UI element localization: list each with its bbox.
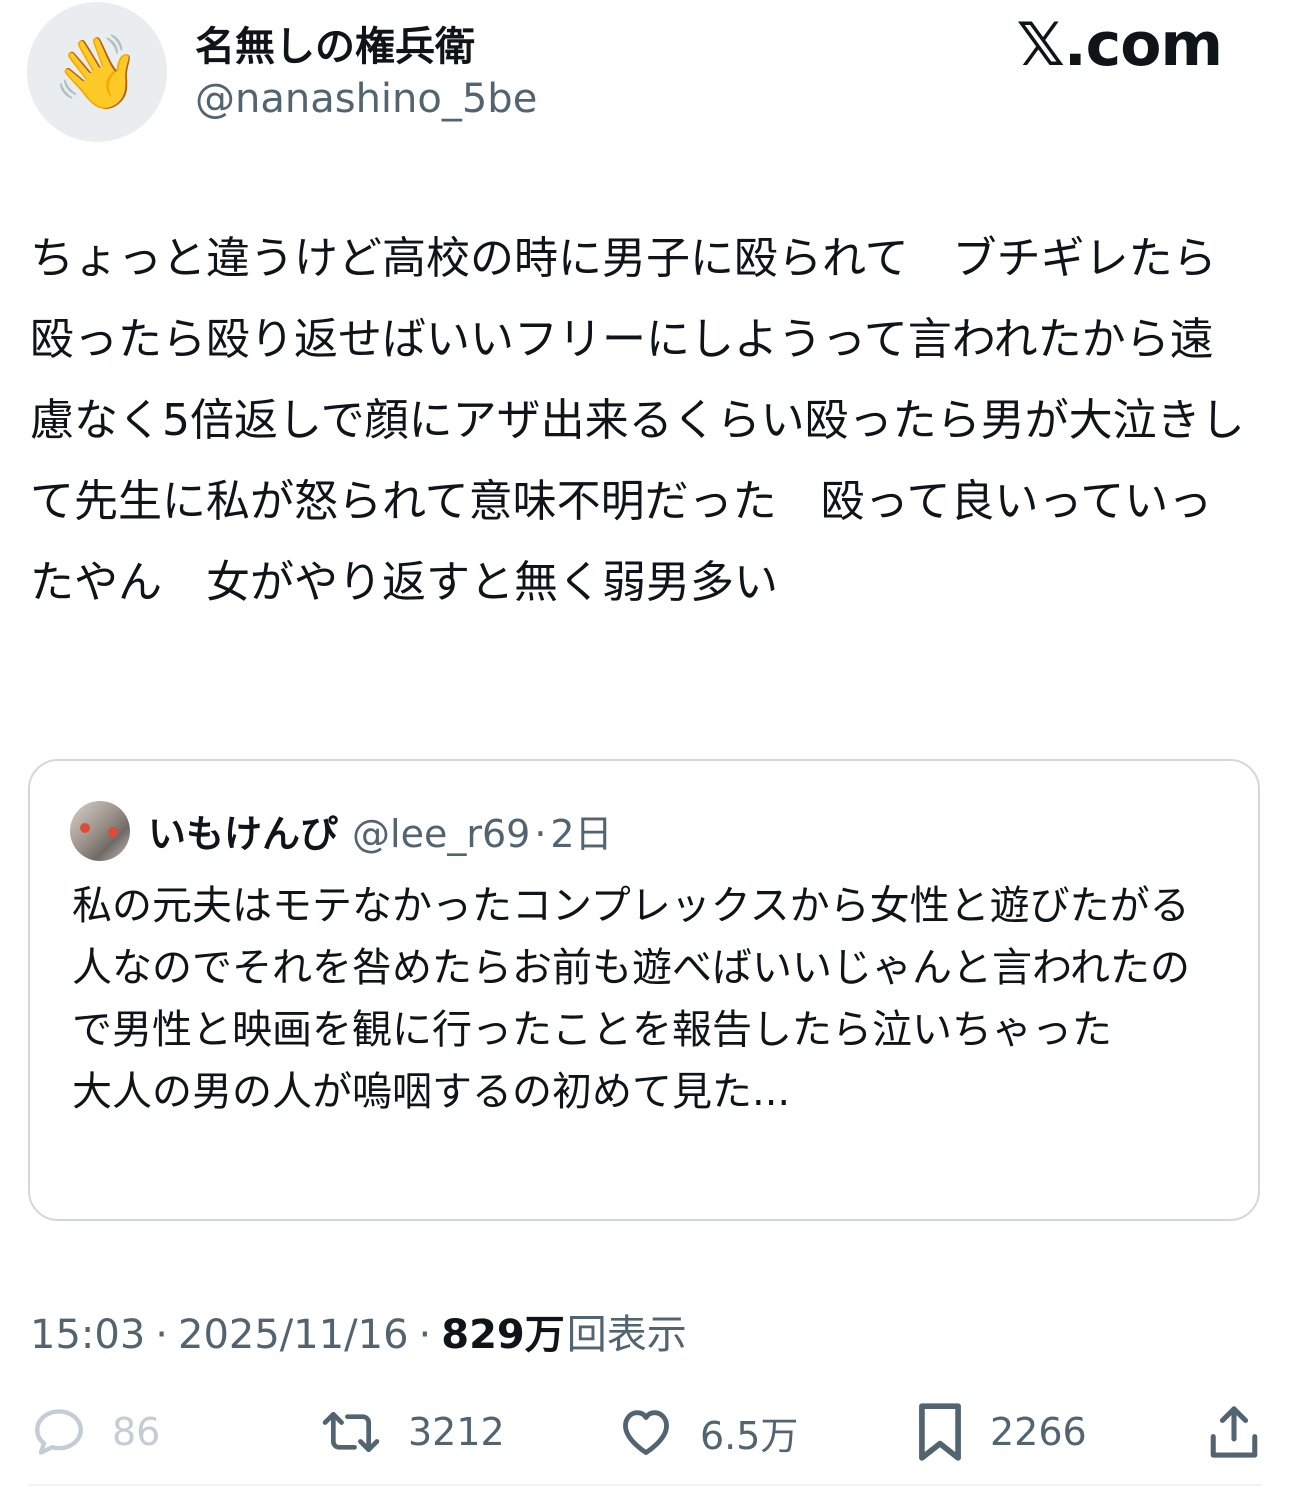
- quote-meta: @lee_r69 · 2日: [352, 803, 613, 858]
- quote-avatar[interactable]: [70, 801, 130, 861]
- quote-time[interactable]: 2日: [550, 803, 612, 858]
- quote-separator: ·: [534, 812, 547, 856]
- reply-count: 86: [112, 1410, 161, 1454]
- waving-hand-icon: 👋: [52, 30, 142, 114]
- retweet-icon: [318, 1403, 384, 1461]
- like-button[interactable]: 6.5万: [616, 1392, 798, 1472]
- quote-text: 私の元夫はモテなかったコンプレックスから女性と遊びたがる人なのでそれを咎めたらお…: [72, 883, 1190, 1115]
- share-icon: [1206, 1402, 1262, 1462]
- quote-handle[interactable]: @lee_r69: [352, 812, 530, 856]
- author-handle[interactable]: @nanashino_5be: [195, 76, 537, 122]
- author-avatar[interactable]: 👋: [27, 2, 167, 142]
- meta-separator: ·: [418, 1312, 432, 1358]
- retweet-count: 3212: [408, 1410, 505, 1454]
- reply-icon: [30, 1403, 88, 1461]
- meta-separator: ·: [155, 1312, 168, 1358]
- quote-card[interactable]: いもけんぴ @lee_r69 · 2日 私の元夫はモテなかったコンプレックスから…: [28, 759, 1260, 1221]
- divider: [28, 1484, 1262, 1486]
- bookmark-icon: [914, 1401, 966, 1463]
- heart-icon: [616, 1403, 676, 1461]
- x-brand-logo: 𝕏.com: [1016, 10, 1223, 80]
- share-button[interactable]: [1206, 1392, 1262, 1472]
- views-count: 829万: [441, 1312, 565, 1358]
- quote-display-name[interactable]: いもけんぴ: [148, 803, 338, 858]
- quote-header: いもけんぴ @lee_r69 · 2日: [148, 803, 613, 858]
- tweet-text: ちょっと違うけど高校の時に男子に殴られて ブチギレたら殴ったら殴り返せばいいフリ…: [30, 233, 1245, 608]
- tweet-meta: 15:03 · 2025/11/16 · 829万 回表示: [30, 1302, 687, 1360]
- like-count: 6.5万: [700, 1413, 799, 1458]
- views-label: 回表示: [566, 1312, 687, 1358]
- author-display-name[interactable]: 名無しの権兵衛: [195, 14, 475, 72]
- tweet-date[interactable]: 2025/11/16: [178, 1312, 409, 1358]
- bookmark-button[interactable]: 2266: [914, 1392, 1087, 1472]
- action-bar: 86 3212 6.5万 2266: [0, 1392, 1290, 1472]
- avatar-decoration: [80, 823, 90, 833]
- avatar-decoration: [108, 827, 118, 837]
- retweet-button[interactable]: 3212: [318, 1392, 505, 1472]
- tweet-time[interactable]: 15:03: [30, 1312, 145, 1358]
- reply-button[interactable]: 86: [30, 1392, 160, 1472]
- bookmark-count: 2266: [990, 1410, 1087, 1454]
